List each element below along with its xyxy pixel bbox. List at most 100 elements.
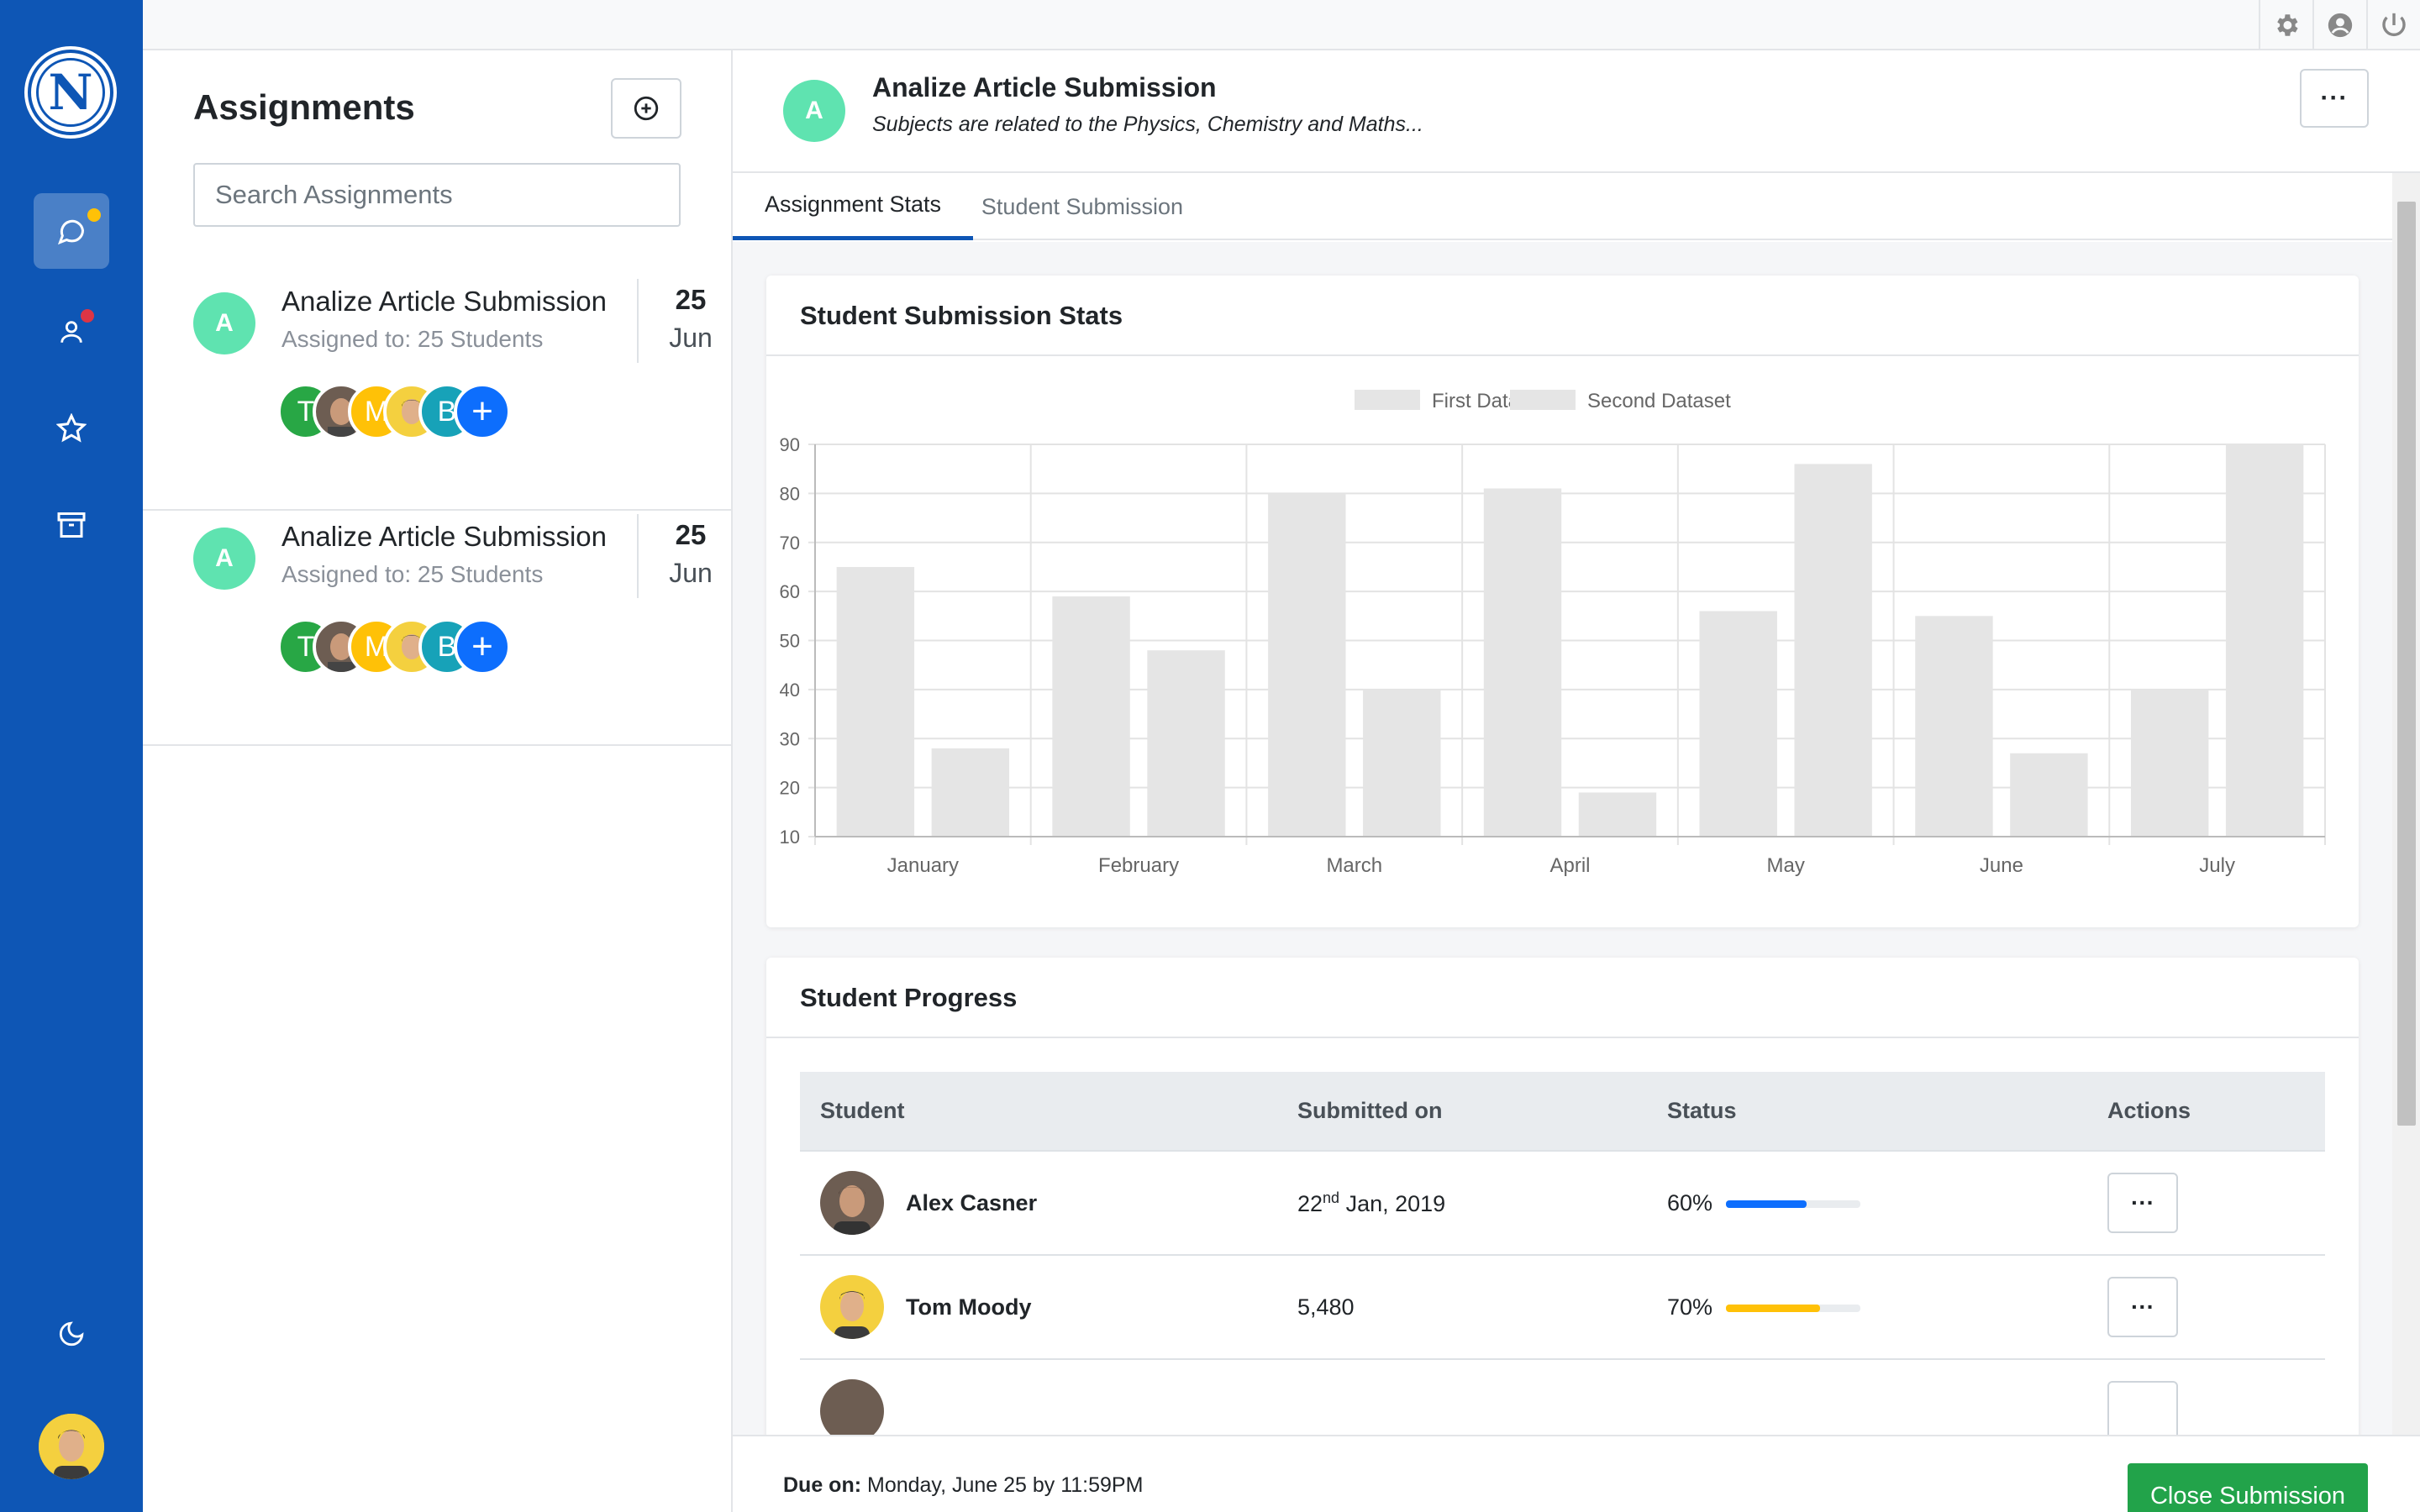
nav-favorites-button[interactable] bbox=[34, 391, 109, 466]
detail-footer: Due on: Monday, June 25 by 11:59PM Close… bbox=[733, 1435, 2420, 1512]
progress-fill bbox=[1726, 1200, 1807, 1208]
more-options-button[interactable]: ··· bbox=[2300, 69, 2369, 128]
bar-first-dataset bbox=[1699, 611, 1777, 837]
assignment-detail-panel: A Analize Article Submission Subjects ar… bbox=[733, 50, 2420, 1512]
table-row: Tom Moody 5,480 70% ··· bbox=[800, 1255, 2325, 1360]
student-progress-card: Student Progress Student Submitted on St… bbox=[766, 958, 2359, 1435]
legend-label: Second Dataset bbox=[1587, 390, 1731, 412]
assignment-title: Analize Article Submission bbox=[281, 521, 608, 552]
y-tick-label: 40 bbox=[780, 680, 800, 701]
y-tick-label: 30 bbox=[780, 728, 800, 749]
submitted-date: 5,480 bbox=[1277, 1255, 1647, 1360]
due-date: Due on: Monday, June 25 by 11:59PM bbox=[783, 1473, 1144, 1497]
star-icon bbox=[56, 413, 87, 443]
student-avatar bbox=[820, 1275, 884, 1339]
add-member-button[interactable]: + bbox=[454, 618, 511, 675]
y-tick-label: 10 bbox=[780, 827, 800, 848]
assignment-card[interactable]: A Analize Article Submission Assigned to… bbox=[143, 276, 731, 511]
row-actions-button[interactable] bbox=[2107, 1381, 2178, 1435]
logout-button[interactable] bbox=[2366, 0, 2420, 50]
bar-first-dataset bbox=[1052, 596, 1130, 837]
assignment-day: 25 bbox=[675, 284, 707, 315]
page-title: Assignments bbox=[193, 87, 415, 127]
assignment-title: Analize Article Submission bbox=[281, 286, 608, 317]
user-avatar[interactable] bbox=[39, 1414, 104, 1479]
assignment-month: Jun bbox=[669, 558, 713, 588]
assignment-assigned: Assigned to: 25 Students bbox=[281, 326, 544, 352]
account-button[interactable] bbox=[2312, 0, 2366, 50]
bar-second-dataset bbox=[1147, 650, 1225, 837]
bar-first-dataset bbox=[1915, 616, 1993, 837]
card-title: Student Submission Stats bbox=[800, 301, 1123, 330]
x-tick-label: January bbox=[887, 854, 959, 877]
logo-letter: N bbox=[48, 64, 93, 121]
x-tick-label: July bbox=[2199, 854, 2235, 877]
nav-users-button[interactable] bbox=[34, 294, 109, 370]
bar-second-dataset bbox=[931, 748, 1010, 837]
submitted-date: 22nd Jan, 2019 bbox=[1277, 1151, 1647, 1256]
bar-first-dataset bbox=[1483, 488, 1562, 837]
row-actions-button[interactable]: ··· bbox=[2107, 1277, 2178, 1337]
column-header-status: Status bbox=[1647, 1072, 2087, 1152]
chat-icon bbox=[57, 219, 85, 245]
column-header-actions: Actions bbox=[2087, 1072, 2325, 1152]
unread-badge bbox=[87, 208, 101, 222]
bar-first-dataset bbox=[2130, 689, 2209, 837]
power-icon bbox=[2382, 13, 2406, 37]
legend-swatch bbox=[1355, 390, 1420, 410]
x-tick-label: February bbox=[1098, 854, 1179, 877]
assignment-month: Jun bbox=[669, 323, 713, 353]
progress-fill bbox=[1726, 1304, 1821, 1312]
submission-stats-card: Student Submission Stats 10 20 30 40 50 60 70 8… bbox=[766, 276, 2359, 927]
card-title: Student Progress bbox=[800, 983, 1018, 1012]
tab-student-submission[interactable]: Student Submission bbox=[973, 173, 1192, 240]
table-row bbox=[800, 1359, 2325, 1435]
bar-second-dataset bbox=[1578, 792, 1657, 837]
add-assignment-button[interactable] bbox=[611, 78, 681, 139]
table-header-row: Student Submitted on Status Actions bbox=[800, 1072, 2325, 1152]
plus-circle-icon bbox=[634, 96, 659, 121]
app-logo[interactable]: N bbox=[28, 50, 113, 135]
divider bbox=[637, 279, 639, 363]
row-actions-button[interactable]: ··· bbox=[2107, 1173, 2178, 1233]
student-avatar bbox=[820, 1379, 884, 1435]
assignment-card[interactable]: A Analize Article Submission Assigned to… bbox=[143, 511, 731, 746]
student-name: Tom Moody bbox=[906, 1294, 1032, 1320]
archive-icon bbox=[57, 512, 86, 538]
alert-badge bbox=[81, 309, 94, 323]
progress-bar bbox=[1726, 1200, 1861, 1208]
detail-subtitle: Subjects are related to the Physics, Che… bbox=[872, 113, 1423, 136]
x-tick-label: May bbox=[1767, 854, 1805, 877]
detail-content[interactable]: Student Submission Stats 10 20 30 40 50 60 70 8… bbox=[733, 242, 2392, 1435]
y-tick-label: 70 bbox=[780, 533, 800, 554]
settings-button[interactable] bbox=[2259, 0, 2312, 50]
detail-title: Analize Article Submission bbox=[872, 72, 1217, 102]
dark-mode-toggle[interactable] bbox=[34, 1296, 109, 1372]
nav-archive-button[interactable] bbox=[34, 487, 109, 563]
main-nav: N bbox=[0, 0, 143, 1512]
progress-label: 70% bbox=[1667, 1294, 1713, 1320]
divider bbox=[637, 514, 639, 598]
tab-assignment-stats[interactable]: Assignment Stats bbox=[733, 173, 973, 240]
detail-tabs: Assignment Stats Student Submission bbox=[733, 173, 2392, 240]
user-icon bbox=[60, 321, 82, 343]
add-member-button[interactable]: + bbox=[454, 383, 511, 440]
scrollbar-thumb[interactable] bbox=[2397, 202, 2416, 1126]
bar-first-dataset bbox=[836, 566, 915, 837]
bar-second-dataset bbox=[2010, 753, 2088, 837]
x-tick-label: April bbox=[1549, 854, 1590, 877]
close-submission-button[interactable]: Close Submission bbox=[2128, 1463, 2368, 1512]
search-input[interactable] bbox=[193, 163, 681, 227]
assignment-day: 25 bbox=[675, 519, 707, 550]
assignment-avatar: A bbox=[193, 528, 255, 590]
nav-messages-button[interactable] bbox=[34, 193, 109, 269]
y-tick-label: 90 bbox=[780, 434, 800, 455]
status-cell: 60% bbox=[1647, 1151, 2087, 1256]
legend-swatch bbox=[1510, 390, 1576, 410]
progress-label: 60% bbox=[1667, 1189, 1713, 1215]
detail-header: A Analize Article Submission Subjects ar… bbox=[733, 50, 2420, 173]
student-progress-table: Student Submitted on Status Actions Alex… bbox=[800, 1072, 2325, 1435]
student-name: Alex Casner bbox=[906, 1189, 1038, 1215]
column-header-student: Student bbox=[800, 1072, 1277, 1152]
y-tick-label: 60 bbox=[780, 581, 800, 602]
